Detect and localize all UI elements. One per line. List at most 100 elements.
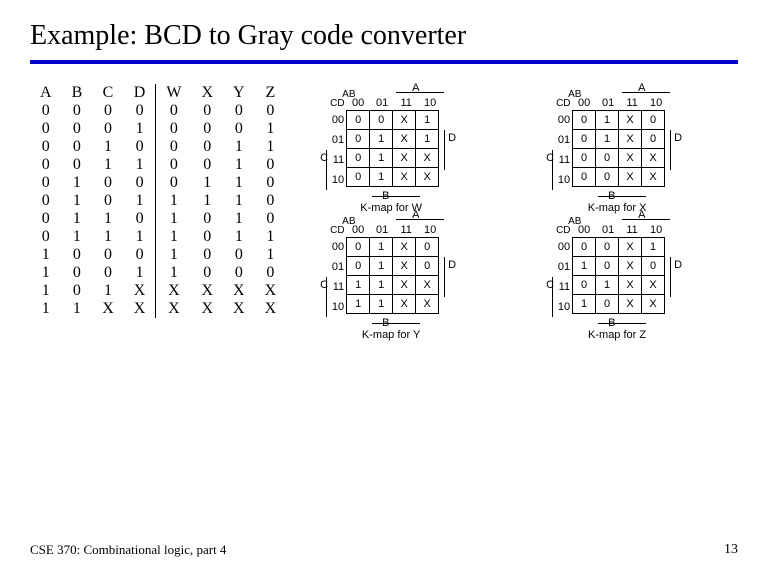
truth-table-cell: 0 <box>92 102 124 120</box>
kmap-cell: 0 <box>573 238 596 257</box>
truth-table-cell: 1 <box>92 228 124 246</box>
truth-table-cell: 1 <box>223 138 255 156</box>
truth-table-cell: 0 <box>62 102 93 120</box>
kmap-cell: X <box>416 168 439 187</box>
kmap-bracket <box>622 219 670 220</box>
kmap-cell: X <box>619 149 642 168</box>
truth-table-cell: 0 <box>223 246 255 264</box>
truth-table-cell: 0 <box>62 120 93 138</box>
kmap-row-header: 11 <box>554 277 570 297</box>
kmap-cell: 0 <box>347 168 370 187</box>
kmap-cell: 1 <box>347 295 370 314</box>
kmap-cell: 0 <box>642 130 665 149</box>
kmap-bracket <box>372 323 420 324</box>
truth-table-cell: 0 <box>191 264 223 282</box>
truth-table-cell: 0 <box>255 264 287 282</box>
truth-table-cell: 1 <box>223 228 255 246</box>
footer-course: CSE 370: Combinational logic, part 4 <box>30 542 226 558</box>
truth-table-cell: 0 <box>124 210 156 228</box>
kmap-var-D: D <box>674 132 682 144</box>
kmap-col-header: 10 <box>418 97 442 109</box>
truth-table-cell: 0 <box>30 138 62 156</box>
kmap-col-header: 01 <box>596 97 620 109</box>
truth-table-cell: 0 <box>30 210 62 228</box>
truth-table-cell: 0 <box>62 246 93 264</box>
kmap-bracket <box>552 277 553 317</box>
kmap-cell: 0 <box>596 295 619 314</box>
truth-table-cell: 0 <box>255 102 287 120</box>
kmap-row-header: 00 <box>328 237 344 257</box>
kmap-cell: 1 <box>416 111 439 130</box>
truth-table-cell: 0 <box>124 102 156 120</box>
kmap: AABCDBCD000111100001111001X001X000XX00XX… <box>542 84 692 191</box>
kmap-cells: 01X001X011XX11XX <box>346 237 439 314</box>
kmap-col-header: 01 <box>370 97 394 109</box>
kmap-col-header: 11 <box>394 97 418 109</box>
truth-table-cell: 1 <box>62 192 93 210</box>
truth-table-cell: X <box>255 300 287 318</box>
page-title: Example: BCD to Gray code converter <box>0 0 768 60</box>
kmap-bracket <box>396 219 444 220</box>
kmap-cell: X <box>393 130 416 149</box>
kmap-cell: X <box>393 149 416 168</box>
kmap-bracket <box>326 277 327 317</box>
truth-table-row: 01111011 <box>30 228 286 246</box>
truth-table-cell: 0 <box>30 120 62 138</box>
truth-table-cell: 1 <box>124 228 156 246</box>
kmap-cell: X <box>393 295 416 314</box>
kmap-col-header: 11 <box>620 224 644 236</box>
truth-table-row: 00000000 <box>30 102 286 120</box>
kmap: AABCDBCD000111100001111000X110X001XX10XX… <box>542 211 692 318</box>
truth-table-cell: 1 <box>156 264 192 282</box>
truth-table-cell: 0 <box>124 174 156 192</box>
truth-table-row: 11XXXXXX <box>30 300 286 318</box>
truth-table-cell: 1 <box>92 282 124 300</box>
kmap-cell: 1 <box>370 276 393 295</box>
kmap-var-D: D <box>448 259 456 271</box>
truth-table-row: 10001001 <box>30 246 286 264</box>
kmap-col-header: 00 <box>572 224 596 236</box>
truth-table-cell: 0 <box>62 264 93 282</box>
truth-table-cell: 1 <box>30 264 62 282</box>
kmap-cell: 1 <box>370 295 393 314</box>
kmap-cell: X <box>619 111 642 130</box>
kmap-caption: K-map for Y <box>316 329 466 341</box>
truth-table-header: W <box>156 84 192 102</box>
truth-table-cell: 0 <box>92 264 124 282</box>
truth-table-row: 00110010 <box>30 156 286 174</box>
kmap-bracket <box>670 130 671 170</box>
truth-table-cell: 1 <box>30 300 62 318</box>
truth-table-header: D <box>124 84 156 102</box>
kmap-bracket <box>444 257 445 297</box>
truth-table-cell: 1 <box>62 300 93 318</box>
kmap-col-header: 11 <box>394 224 418 236</box>
kmap-cell: 0 <box>347 238 370 257</box>
truth-table-row: 101XXXXX <box>30 282 286 300</box>
kmap-cell: 0 <box>573 111 596 130</box>
kmap-cell: 0 <box>596 168 619 187</box>
truth-table-cell: 0 <box>156 156 192 174</box>
truth-table-cell: 1 <box>191 174 223 192</box>
kmap-grid-container: AABCDBCD000111100001111000X101X101XX01XX… <box>286 84 738 318</box>
truth-table-cell: 0 <box>255 192 287 210</box>
truth-table-header: C <box>92 84 124 102</box>
truth-table-cell: 1 <box>92 138 124 156</box>
kmap: AABCDBCD000111100001111000X101X101XX01XX… <box>316 84 466 191</box>
truth-table-cell: 1 <box>92 210 124 228</box>
kmap-col-header: 00 <box>346 97 370 109</box>
truth-table-cell: X <box>156 300 192 318</box>
truth-table-cell: 0 <box>191 228 223 246</box>
kmap-row-header: 10 <box>328 297 344 317</box>
kmap-col-header: 11 <box>620 97 644 109</box>
truth-table-cell: 0 <box>156 120 192 138</box>
truth-table-cell: 0 <box>92 174 124 192</box>
kmap-row-header: 00 <box>554 237 570 257</box>
kmap: AABCDBCD000111100001111001X001X011XX11XX… <box>316 211 466 318</box>
truth-table-cell: 1 <box>30 246 62 264</box>
kmap-cell: 1 <box>370 149 393 168</box>
truth-table-cell: 0 <box>191 210 223 228</box>
truth-table-cell: 1 <box>62 228 93 246</box>
truth-table-cell: 1 <box>255 120 287 138</box>
truth-table-cell: 1 <box>124 264 156 282</box>
kmap-row-var: CD <box>556 98 570 109</box>
